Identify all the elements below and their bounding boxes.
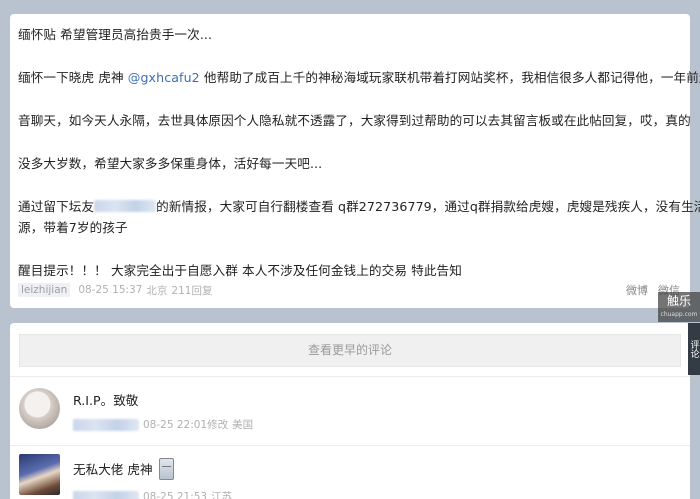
site-watermark: 触乐 chuapp.com [658, 292, 700, 322]
blurred-username [94, 200, 157, 212]
post-time: 08-25 15:37 [78, 284, 143, 296]
post-line: 缅怀一下晓虎 虎神 @gxhcafu2 他帮助了成百上千的神秘海域玩家联机带着打… [18, 69, 700, 87]
blurred-username [73, 418, 139, 431]
comments-section: 查看更早的评论 R.I.P。致敬 08-25 22:01 修改 美国 无私大佬 虎… [10, 323, 690, 499]
comment-item: 无私大佬 虎神 08-25 21:53 江苏 [10, 445, 690, 499]
post-text: 缅怀一下晓虎 虎神 [18, 70, 128, 85]
post-author[interactable]: leizhijian [18, 283, 71, 297]
share-weibo-button[interactable]: 微博 [626, 282, 648, 298]
comment-location: 江苏 [211, 491, 233, 499]
reply-count[interactable]: 211回复 [171, 283, 212, 298]
post-line: 没多大岁数，希望大家多多保重身体，活好每一天吧... [18, 156, 323, 171]
post-location: 北京 [146, 284, 168, 297]
post-line: 醒目提示！！！ 大家完全出于自愿入群 本人不涉及任何金钱上的交易 特此告知 [18, 263, 462, 278]
comment-time: 08-25 21:53 [143, 490, 208, 499]
post-line: 音聊天，如今天人永隔，去世具体原因个人隐私就不透露了，大家得到过帮助的可以去其留… [18, 113, 691, 128]
comment-item: R.I.P。致敬 08-25 22:01 修改 美国 [10, 376, 690, 446]
blurred-username [73, 490, 139, 499]
load-earlier-comments-button[interactable]: 查看更早的评论 [19, 334, 681, 367]
comment-text-label: 无私大佬 虎神 [73, 462, 153, 477]
post-card: 缅怀贴 希望管理员高抬贵手一次... 缅怀一下晓虎 虎神 @gxhcafu2 他… [10, 14, 700, 308]
comment-meta: 08-25 21:53 江苏 [73, 489, 232, 499]
comment-time: 08-25 22:01 [143, 418, 208, 431]
post-line: 源，带着7岁的孩子 [18, 220, 128, 235]
user-mention-link[interactable]: @gxhcafu2 [128, 70, 200, 85]
watermark-sub: chuapp.com [660, 311, 698, 318]
post-text: 通过留下坛友 [18, 199, 95, 214]
post-text: 的新情报，大家可自行翻楼查看 q群272736779，通过q群捐款给虎嫂，虎嫂是… [156, 199, 700, 214]
comment-text: 无私大佬 虎神 [73, 458, 174, 480]
avatar[interactable] [19, 454, 60, 495]
watermark-title: 触乐 [666, 294, 691, 308]
avatar[interactable] [19, 388, 60, 429]
post-body: 缅怀贴 希望管理员高抬贵手一次... 缅怀一下晓虎 虎神 @gxhcafu2 他… [18, 26, 700, 280]
post-line: 缅怀贴 希望管理员高抬贵手一次... [18, 27, 213, 42]
post-meta: leizhijian 08-25 15:37 北京 211回复 微博 微信 [18, 281, 680, 299]
fridge-icon [158, 458, 174, 480]
comment-edited: 修改 [207, 419, 229, 431]
post-line: 通过留下坛友 的新情报，大家可自行翻楼查看 q群272736779，通过q群捐款给… [18, 198, 700, 216]
comment-text: R.I.P。致敬 [73, 393, 139, 408]
comment-meta: 08-25 22:01 修改 美国 [73, 417, 253, 432]
post-text: 他帮助了成百上千的神秘海域玩家联机带着打网站奖杯，我相信很多人都记得他，一年前还… [199, 70, 700, 85]
comment-location: 美国 [232, 419, 254, 431]
side-comment-tab[interactable]: 评论 [688, 323, 700, 375]
